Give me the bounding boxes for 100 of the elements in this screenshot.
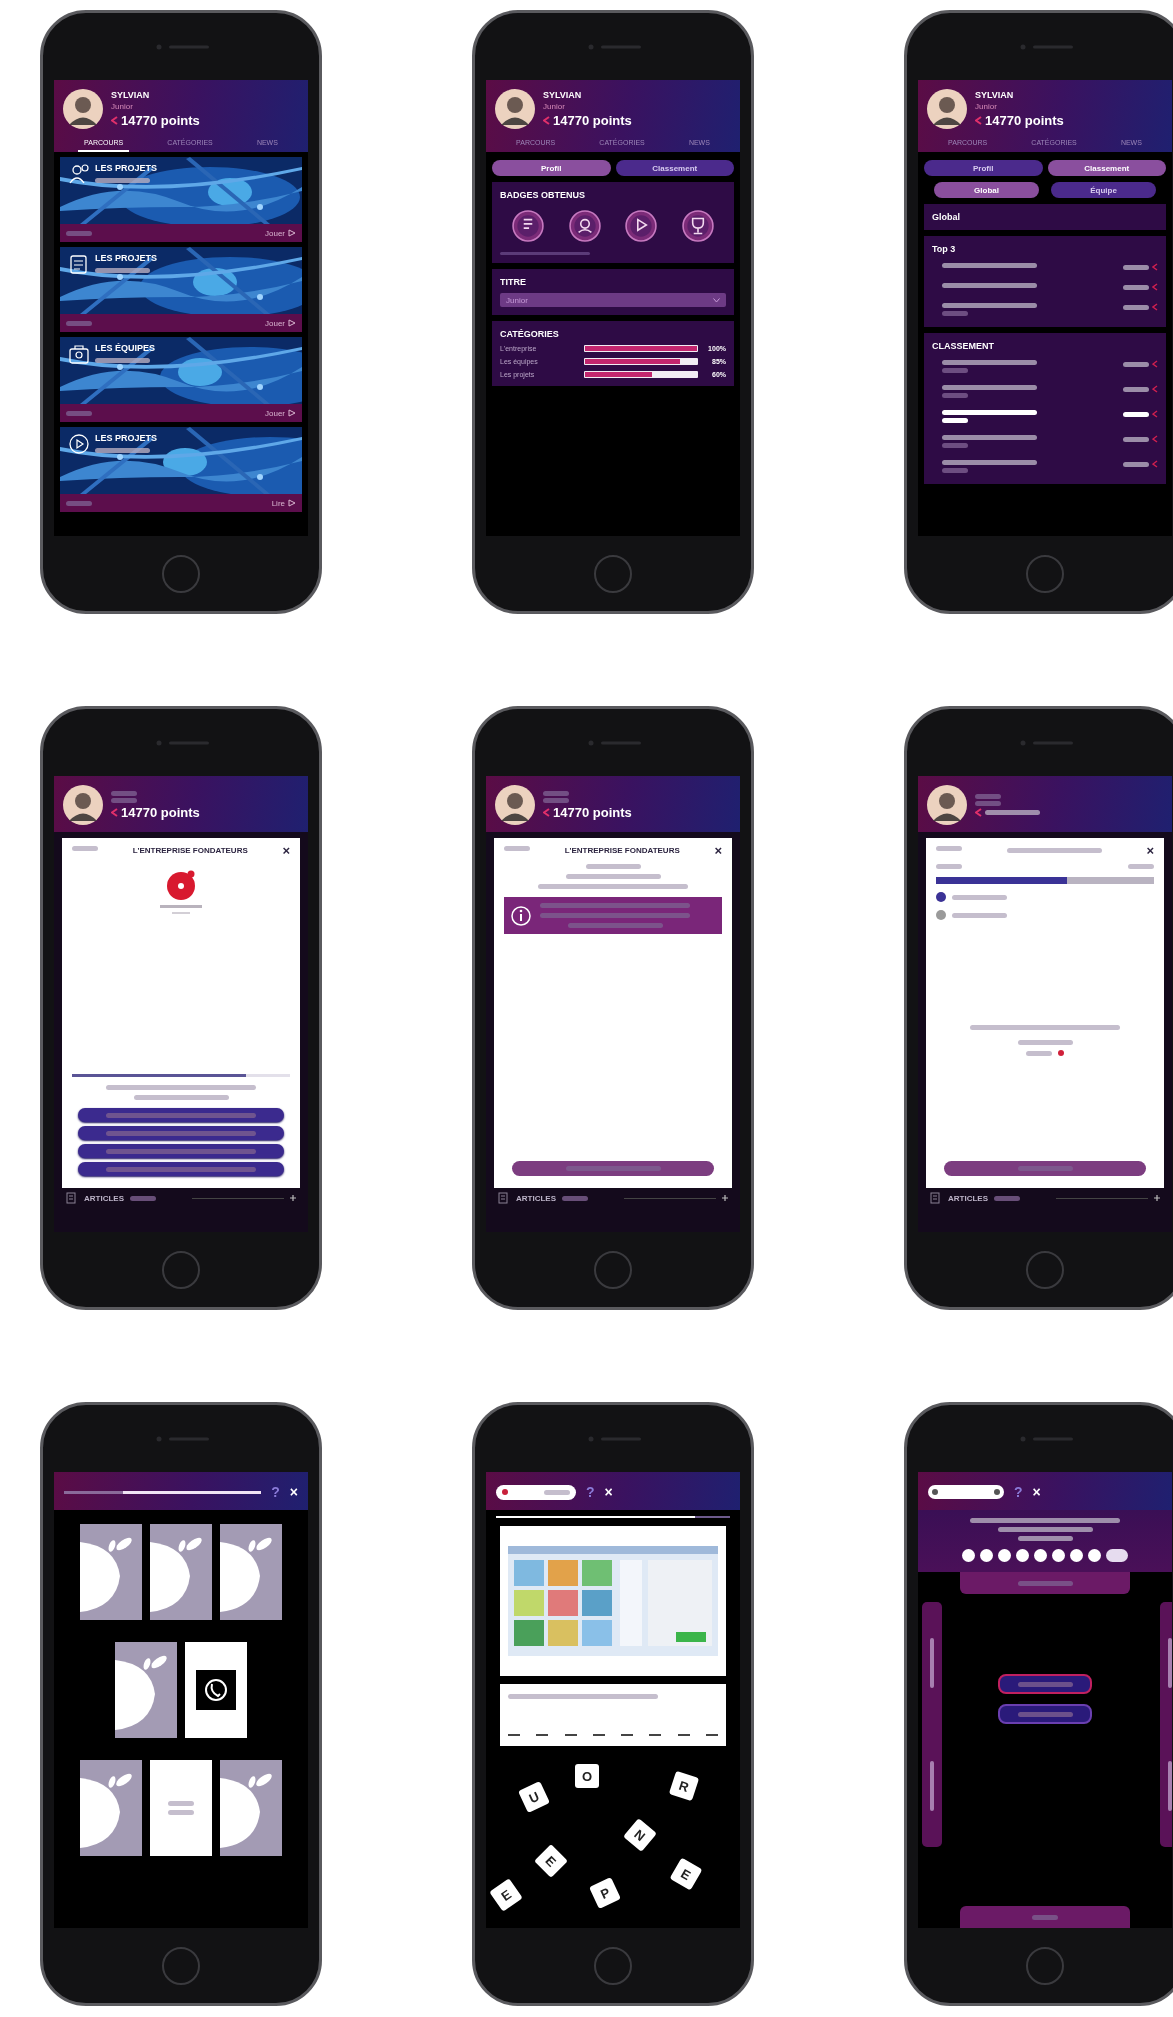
course-card[interactable]: LES PROJETS Jouer xyxy=(60,247,302,332)
points-total: 14770 points xyxy=(121,113,200,128)
blurred-text xyxy=(952,912,1007,918)
blurred-text xyxy=(1123,436,1149,442)
home-button[interactable] xyxy=(594,1251,632,1289)
home-button[interactable] xyxy=(162,555,200,593)
close-button[interactable]: × xyxy=(1146,846,1154,856)
close-button[interactable]: × xyxy=(1032,1484,1041,1500)
help-button[interactable]: ? xyxy=(586,1484,595,1500)
answer-button[interactable] xyxy=(78,1126,284,1140)
blurred-text xyxy=(1017,1166,1073,1171)
chevron-icon xyxy=(1152,410,1158,418)
segment-tab[interactable]: Profil xyxy=(924,160,1043,176)
blurred-text xyxy=(1026,1050,1052,1056)
fill-in-line[interactable] xyxy=(677,1734,690,1736)
name-chip[interactable] xyxy=(998,1674,1092,1694)
fill-in-line[interactable] xyxy=(536,1734,549,1736)
close-button[interactable]: × xyxy=(604,1484,613,1500)
letter-tile[interactable]: E xyxy=(669,1857,703,1891)
blurred-text xyxy=(1017,1040,1073,1045)
close-button[interactable]: × xyxy=(289,1484,298,1500)
blurred-text xyxy=(942,468,968,473)
blurred-text xyxy=(942,393,968,398)
course-card[interactable]: LES PROJETS Jouer xyxy=(60,157,302,242)
memory-card[interactable] xyxy=(185,1642,247,1738)
drop-zone[interactable] xyxy=(922,1602,942,1847)
chevron-icon xyxy=(1152,283,1158,291)
close-button[interactable]: × xyxy=(714,846,722,856)
name-chip[interactable] xyxy=(998,1704,1092,1724)
continue-button[interactable] xyxy=(944,1161,1146,1176)
blurred-text xyxy=(544,1489,570,1495)
phone-icon xyxy=(196,1670,236,1710)
answer-button[interactable] xyxy=(78,1144,284,1158)
chevron-icon xyxy=(111,807,118,817)
letter-tile[interactable]: E xyxy=(489,1878,523,1912)
chevron-icon xyxy=(111,116,118,125)
title-dropdown[interactable]: Junior xyxy=(500,293,726,307)
close-button[interactable]: × xyxy=(282,846,290,856)
play-link[interactable]: Jouer xyxy=(265,228,296,238)
segment-tab[interactable]: Classement xyxy=(1047,160,1166,176)
fill-in-line[interactable] xyxy=(564,1734,577,1736)
home-button[interactable] xyxy=(162,1251,200,1289)
blurred-text xyxy=(585,864,641,869)
segment-tab[interactable]: Classement xyxy=(615,160,734,176)
home-button[interactable] xyxy=(1026,555,1064,593)
play-link[interactable]: Jouer xyxy=(265,318,296,328)
blurred-text xyxy=(1123,386,1149,392)
chevron-icon xyxy=(1152,435,1158,443)
points-total: 14770 points xyxy=(553,804,632,820)
fill-in-line[interactable] xyxy=(649,1734,662,1736)
letter-tile[interactable]: R xyxy=(668,1770,700,1802)
dialog-title: L'ENTREPRISE FONDATEURS xyxy=(131,846,249,855)
answer-button[interactable] xyxy=(78,1162,284,1176)
segment-tab[interactable]: Équipe xyxy=(1051,182,1156,198)
home-button[interactable] xyxy=(594,1947,632,1985)
info-icon xyxy=(510,904,532,927)
segment-tab[interactable]: Global xyxy=(934,182,1039,198)
play-icon xyxy=(288,319,296,327)
document-icon xyxy=(498,1192,510,1204)
fill-in-line[interactable] xyxy=(592,1734,605,1736)
chevron-icon xyxy=(1152,360,1158,368)
letter-tile[interactable]: O xyxy=(575,1764,599,1788)
avatar-icon xyxy=(494,784,536,826)
segment-tab[interactable]: Profil xyxy=(492,160,611,176)
play-link[interactable]: Jouer xyxy=(265,408,296,418)
letter-tile[interactable]: E xyxy=(534,1844,568,1878)
fill-in-line[interactable] xyxy=(621,1734,634,1736)
badge-icon xyxy=(625,210,658,242)
blurred-text xyxy=(1123,411,1149,417)
blurred-text xyxy=(942,368,968,373)
letter-tile[interactable]: N xyxy=(623,1818,657,1852)
home-button[interactable] xyxy=(594,555,632,593)
blurred-text xyxy=(936,864,962,869)
letter-tile[interactable]: U xyxy=(518,1781,550,1813)
chevron-icon xyxy=(1152,460,1158,468)
user-rank: Junior xyxy=(111,102,134,111)
home-button[interactable] xyxy=(1026,1947,1064,1985)
course-card[interactable]: LES PROJETS Lire xyxy=(60,427,302,512)
drop-zone[interactable] xyxy=(960,1572,1130,1594)
drop-zone[interactable] xyxy=(960,1906,1130,1928)
blurred-text xyxy=(1017,1711,1073,1717)
blurred-text xyxy=(1123,361,1149,367)
blurred-text xyxy=(936,846,962,851)
play-link[interactable]: Lire xyxy=(271,498,296,508)
result-button[interactable] xyxy=(512,1161,714,1176)
caret-icon xyxy=(713,297,720,303)
avatar-icon xyxy=(62,784,104,826)
blurred-text xyxy=(1123,264,1149,270)
document-icon xyxy=(930,1192,942,1204)
home-button[interactable] xyxy=(162,1947,200,1985)
help-button[interactable]: ? xyxy=(271,1484,280,1500)
help-button[interactable]: ? xyxy=(1014,1484,1023,1500)
blurred-text xyxy=(1123,461,1149,467)
course-card[interactable]: LES ÉQUIPES Jouer xyxy=(60,337,302,422)
letter-tile[interactable]: P xyxy=(589,1877,621,1909)
answer-button[interactable] xyxy=(78,1108,284,1122)
fill-in-line[interactable] xyxy=(705,1734,718,1736)
chevron-icon xyxy=(1152,385,1158,393)
avatar-icon xyxy=(926,784,968,826)
home-button[interactable] xyxy=(1026,1251,1064,1289)
